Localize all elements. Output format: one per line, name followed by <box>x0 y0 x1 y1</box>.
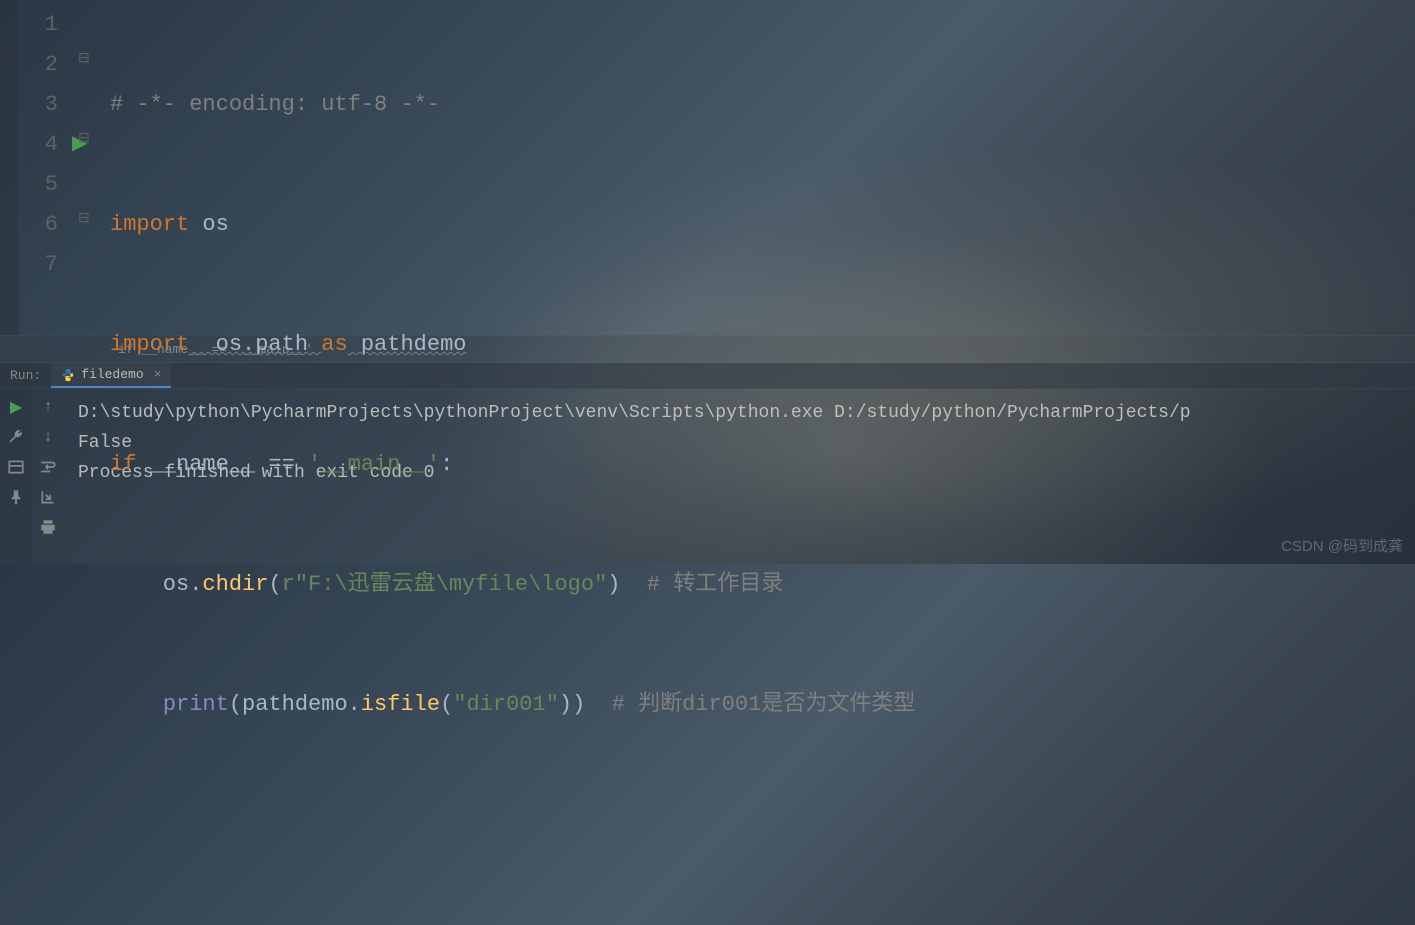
code-text: ) <box>607 572 647 597</box>
code-text: )) <box>559 692 612 717</box>
code-text: os <box>189 212 229 237</box>
gutter-icons: ▶ ⊟ ⊟ ⊟ <box>70 0 110 335</box>
line-number: 2 <box>20 45 70 85</box>
code-comment: # -*- encoding: utf-8 -*- <box>110 92 440 117</box>
line-number: 5 <box>20 165 70 205</box>
line-number: 6 <box>20 205 70 245</box>
print-icon[interactable] <box>39 518 57 536</box>
pin-icon[interactable] <box>7 488 25 506</box>
run-toolbar-nav: ↑ ↓ <box>32 363 64 564</box>
code-keyword: import <box>110 212 189 237</box>
run-tab[interactable]: filedemo × <box>51 363 171 388</box>
left-gutter-strip <box>0 0 20 335</box>
line-number: 3 <box>20 85 70 125</box>
code-string: '__main__' <box>308 452 440 477</box>
code-comment: # 判断dir001是否为文件类型 <box>612 692 916 717</box>
up-arrow-icon[interactable]: ↑ <box>39 398 57 416</box>
wrench-icon[interactable] <box>7 428 25 446</box>
code-text: pathdemo <box>348 332 467 357</box>
code-keyword: as <box>321 332 347 357</box>
layout-icon[interactable] <box>7 458 25 476</box>
code-text: : <box>440 452 453 477</box>
code-text: __name__ == <box>136 452 308 477</box>
code-func: isfile <box>361 692 440 717</box>
code-keyword: import <box>110 332 189 357</box>
code-text: ( <box>268 572 281 597</box>
line-number: 7 <box>20 245 70 285</box>
fold-marker-icon[interactable]: ⊟ <box>78 130 90 147</box>
run-panel-header: Run: filedemo × <box>0 363 1415 389</box>
code-text: (pathdemo. <box>229 692 361 717</box>
fold-marker-icon[interactable]: ⊟ <box>78 210 90 227</box>
close-icon[interactable]: × <box>154 367 162 382</box>
scroll-to-end-icon[interactable] <box>39 488 57 506</box>
code-text <box>110 692 163 717</box>
down-arrow-icon[interactable]: ↓ <box>39 428 57 446</box>
code-func: chdir <box>202 572 268 597</box>
code-string: "dir001" <box>453 692 559 717</box>
line-number-gutter: 1 2 3 4 5 6 7 <box>20 0 70 335</box>
fold-marker-icon[interactable]: ⊟ <box>78 50 90 67</box>
line-number: 4 <box>20 125 70 165</box>
run-label: Run: <box>0 368 51 383</box>
soft-wrap-icon[interactable] <box>39 458 57 476</box>
code-text: os.path <box>189 332 321 357</box>
code-text: os. <box>110 572 202 597</box>
code-string: r"F:\迅雷云盘\myfile\logo" <box>282 572 608 597</box>
run-tab-name: filedemo <box>81 367 143 382</box>
code-keyword: if <box>110 452 136 477</box>
run-toolbar-left: ▶ <box>0 363 32 564</box>
line-number: 1 <box>20 5 70 45</box>
watermark: CSDN @码到成龚 <box>1281 535 1403 556</box>
code-content[interactable]: # -*- encoding: utf-8 -*- import os impo… <box>110 0 1415 335</box>
python-file-icon <box>61 368 75 382</box>
code-builtin: print <box>163 692 229 717</box>
code-editor[interactable]: 1 2 3 4 5 6 7 ▶ ⊟ ⊟ ⊟ # -*- encoding: ut… <box>0 0 1415 335</box>
rerun-icon[interactable]: ▶ <box>7 398 25 416</box>
code-text: ( <box>440 692 453 717</box>
code-comment: # 转工作目录 <box>647 572 783 597</box>
